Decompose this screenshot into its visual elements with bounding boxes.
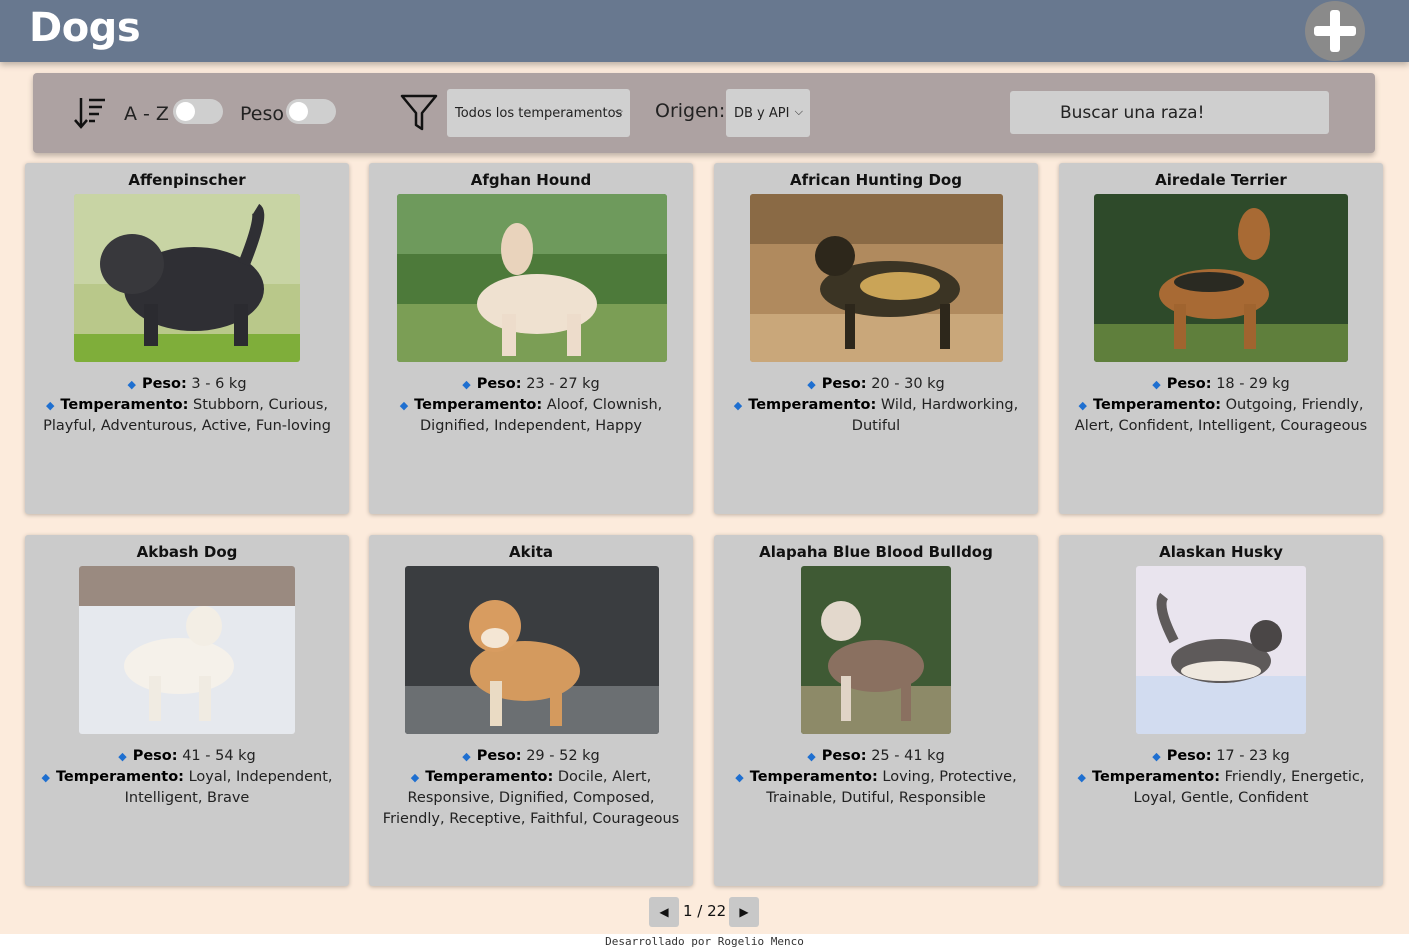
temperament-select-value: Todos los temperamentos xyxy=(455,105,623,121)
add-breed-button[interactable] xyxy=(1305,1,1365,61)
dog-temperament: Wild, Hardworking, Dutiful xyxy=(851,397,1019,434)
arrow-left-icon: ◀ xyxy=(659,905,669,919)
diamond-bullet-icon: ◆ xyxy=(1152,378,1161,391)
diamond-bullet-icon: ◆ xyxy=(735,771,744,784)
dog-card[interactable]: Akita ◆ Peso: 29 - 52 kg ◆ Temperamento: D… xyxy=(369,535,693,886)
weight-sort-toggle[interactable] xyxy=(286,99,336,124)
dog-image xyxy=(79,566,295,734)
dog-weight: 41 - 54 kg xyxy=(182,748,256,764)
dog-image xyxy=(397,194,667,362)
diamond-bullet-icon: ◆ xyxy=(399,399,409,412)
dog-card[interactable]: African Hunting Dog ◆ Peso: 20 - 30 kg ◆ T… xyxy=(714,163,1038,514)
dog-name: Alaskan Husky xyxy=(1159,543,1283,561)
dog-weight: 23 - 27 kg xyxy=(526,376,600,392)
origin-select-value: DB y API xyxy=(734,105,790,121)
dog-image xyxy=(1094,194,1348,362)
dog-info: ◆ Peso: 29 - 52 kg ◆ Temperamento: Docile,… xyxy=(382,748,680,827)
origin-select[interactable]: DB y API ⌵ xyxy=(726,89,810,137)
dog-card[interactable]: Afghan Hound ◆ Peso: 23 - 27 kg ◆ Temperam… xyxy=(369,163,693,514)
dog-name: African Hunting Dog xyxy=(790,171,962,189)
dog-image xyxy=(1136,566,1306,734)
diamond-bullet-icon: ◆ xyxy=(118,750,127,763)
dog-name: Affenpinscher xyxy=(128,171,246,189)
dog-card[interactable]: Alaskan Husky ◆ Peso: 17 - 23 kg ◆ Tempera… xyxy=(1059,535,1383,886)
dog-info: ◆ Peso: 17 - 23 kg ◆ Temperamento: Friendl… xyxy=(1077,748,1365,806)
alpha-sort-toggle[interactable] xyxy=(173,99,223,124)
temperament-select[interactable]: Todos los temperamentos ⌵ xyxy=(447,89,630,137)
alpha-sort-label: A - Z xyxy=(124,103,169,125)
weight-sort-label: Peso xyxy=(240,103,284,125)
dog-image xyxy=(405,566,659,734)
dog-name: Akita xyxy=(508,543,554,561)
dog-info: ◆ Peso: 18 - 29 kg ◆ Temperamento: Outgoin… xyxy=(1074,376,1368,434)
diamond-bullet-icon: ◆ xyxy=(45,399,55,412)
dog-name: Afghan Hound xyxy=(470,171,592,189)
dog-name: Akbash Dog xyxy=(136,543,238,561)
dog-info: ◆ Peso: 20 - 30 kg ◆ Temperamento: Wild, H… xyxy=(733,376,1019,434)
dog-info: ◆ Peso: 23 - 27 kg ◆ Temperamento: Aloof, … xyxy=(399,376,663,434)
dog-info: ◆ Peso: 41 - 54 kg ◆ Temperamento: Loyal, … xyxy=(41,748,333,806)
dog-weight: 17 - 23 kg xyxy=(1216,748,1290,764)
dog-info: ◆ Peso: 25 - 41 kg ◆ Temperamento: Loving,… xyxy=(735,748,1017,806)
dog-image xyxy=(801,566,951,734)
origin-label: Origen: xyxy=(655,100,726,122)
arrow-right-icon: ▶ xyxy=(739,905,749,919)
app-title: Dogs xyxy=(29,5,141,51)
chevron-down-icon: ⌵ xyxy=(614,105,623,118)
diamond-bullet-icon: ◆ xyxy=(1077,771,1086,784)
dog-card[interactable]: Akbash Dog ◆ Peso: 41 - 54 kg ◆ Temperamen… xyxy=(25,535,349,886)
diamond-bullet-icon: ◆ xyxy=(807,750,816,763)
dog-weight: 20 - 30 kg xyxy=(871,376,945,392)
diamond-bullet-icon: ◆ xyxy=(462,378,471,391)
filter-toolbar: A - Z Peso Todos los temperamentos ⌵ Ori… xyxy=(33,73,1375,153)
chevron-down-icon: ⌵ xyxy=(794,105,803,118)
footer-credit: Desarrollado por Rogelio Menco xyxy=(0,934,1409,950)
dog-weight: 25 - 41 kg xyxy=(871,748,945,764)
dog-card[interactable]: Airedale Terrier ◆ Peso: 18 - 29 kg ◆ Temp… xyxy=(1059,163,1383,514)
dog-name: Alapaha Blue Blood Bulldog xyxy=(759,543,993,561)
dog-card[interactable]: Alapaha Blue Blood Bulldog ◆ Peso: 25 - 4… xyxy=(714,535,1038,886)
diamond-bullet-icon: ◆ xyxy=(1152,750,1161,763)
search-input[interactable]: Buscar una raza! xyxy=(1010,91,1329,134)
diamond-bullet-icon: ◆ xyxy=(41,771,50,784)
diamond-bullet-icon: ◆ xyxy=(1078,399,1087,412)
search-placeholder: Buscar una raza! xyxy=(1060,102,1205,123)
filter-funnel-icon xyxy=(400,94,438,131)
diamond-bullet-icon: ◆ xyxy=(462,750,471,763)
dog-name: Airedale Terrier xyxy=(1155,171,1287,189)
dog-weight: 29 - 52 kg xyxy=(526,748,600,764)
diamond-bullet-icon: ◆ xyxy=(127,378,136,391)
diamond-bullet-icon: ◆ xyxy=(733,399,743,412)
dog-image xyxy=(74,194,300,362)
dog-weight: 18 - 29 kg xyxy=(1216,376,1290,392)
dog-info: ◆ Peso: 3 - 6 kg ◆ Temperamento: Stubborn,… xyxy=(43,376,331,434)
diamond-bullet-icon: ◆ xyxy=(807,378,816,391)
prev-page-button[interactable]: ◀ xyxy=(649,897,679,927)
next-page-button[interactable]: ▶ xyxy=(729,897,759,927)
app-header: Dogs xyxy=(0,0,1409,62)
diamond-bullet-icon: ◆ xyxy=(410,771,420,784)
dog-card[interactable]: Affenpinscher ◆ Peso: 3 - 6 kg ◆ Temperame… xyxy=(25,163,349,514)
sort-descending-icon[interactable] xyxy=(73,95,107,131)
dog-image xyxy=(750,194,1003,362)
page-indicator: 1 / 22 xyxy=(683,902,727,920)
dog-weight: 3 - 6 kg xyxy=(191,376,247,392)
